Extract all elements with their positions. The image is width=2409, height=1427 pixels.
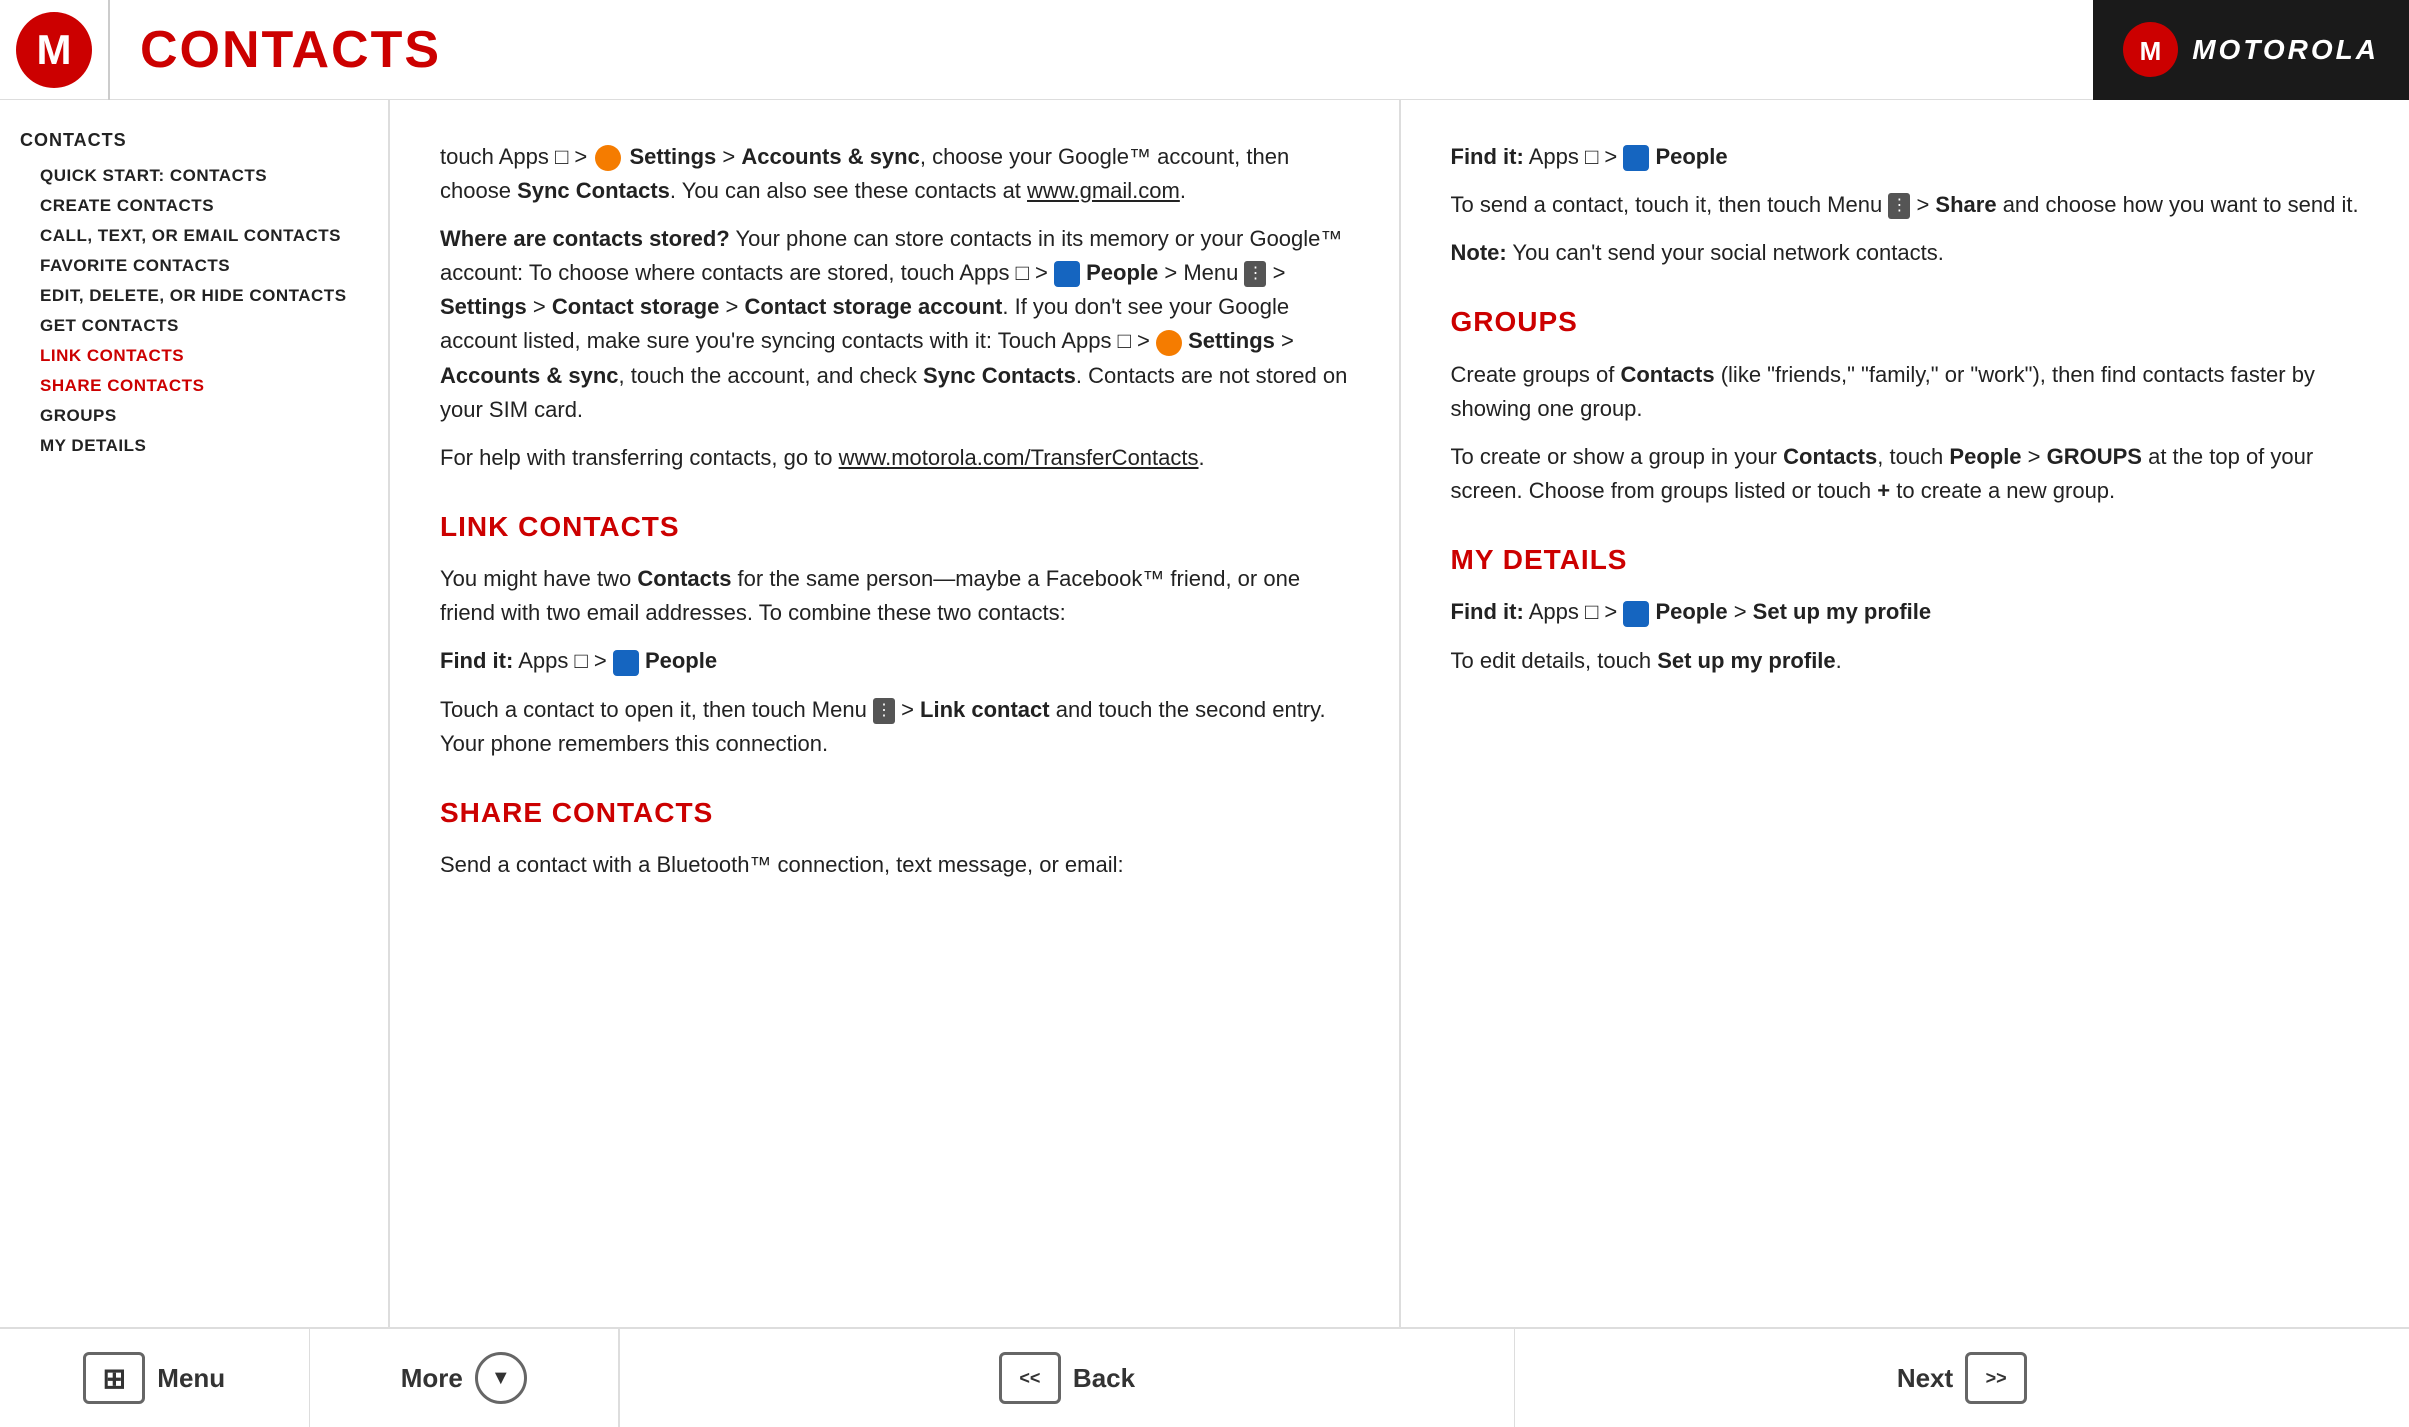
where-stored-paragraph: Where are contacts stored? Your phone ca… <box>440 222 1349 427</box>
menu-label: Menu <box>157 1363 225 1394</box>
share-find-it: Find it: Apps □ > People <box>1451 140 2360 174</box>
sidebar-item-share[interactable]: SHARE CONTACTS <box>20 371 368 401</box>
link-instruction-paragraph: Touch a contact to open it, then touch M… <box>440 693 1349 761</box>
transfer-link[interactable]: www.motorola.com/TransferContacts <box>839 445 1199 470</box>
sidebar-item-my-details[interactable]: MY DETAILS <box>20 431 368 461</box>
next-button[interactable]: Next <box>1515 1329 2409 1427</box>
transfer-paragraph: For help with transferring contacts, go … <box>440 441 1349 475</box>
next-arrow-icon <box>1965 1352 2027 1404</box>
where-stored-heading: Where are contacts stored? <box>440 226 730 251</box>
svg-text:M: M <box>37 26 72 73</box>
sidebar-section-title: CONTACTS <box>20 130 368 151</box>
people-icon-1 <box>1054 261 1080 287</box>
more-button[interactable]: More <box>310 1329 619 1427</box>
bottom-navigation: Menu More Back Next <box>0 1327 2409 1427</box>
share-contacts-heading: SHARE CONTACTS <box>440 791 1349 834</box>
more-icon <box>475 1352 527 1404</box>
menu-icon <box>83 1352 145 1404</box>
nav-right-section: Back Next <box>620 1329 2409 1427</box>
people-icon-4 <box>1623 601 1649 627</box>
sidebar-item-edit-delete[interactable]: EDIT, DELETE, OR HIDE CONTACTS <box>20 281 368 311</box>
intro-paragraph: touch Apps □ > Settings > Accounts & syn… <box>440 140 1349 208</box>
moto-badge-icon: M <box>2123 22 2178 77</box>
next-label: Next <box>1897 1363 1953 1394</box>
page-header: M CONTACTS M MOTOROLA <box>0 0 2409 100</box>
more-label: More <box>401 1363 463 1394</box>
sidebar-item-get[interactable]: GET CONTACTS <box>20 311 368 341</box>
people-icon-3 <box>1623 145 1649 171</box>
content-area: touch Apps □ > Settings > Accounts & syn… <box>390 100 2409 1327</box>
sidebar: CONTACTS QUICK START: CONTACTS CREATE CO… <box>0 100 390 1327</box>
sidebar-item-favorite[interactable]: FAVORITE CONTACTS <box>20 251 368 281</box>
menu-icon-2: ⋮ <box>873 698 895 724</box>
back-arrow-icon <box>999 1352 1061 1404</box>
share-note-paragraph: Note: You can't send your social network… <box>1451 236 2360 270</box>
settings-icon <box>595 145 621 171</box>
link-find-it: Find it: Apps □ > People <box>440 644 1349 678</box>
sidebar-item-create[interactable]: CREATE CONTACTS <box>20 191 368 221</box>
my-details-find-it: Find it: Apps □ > People > Set up my pro… <box>1451 595 2360 629</box>
menu-icon-3: ⋮ <box>1888 193 1910 219</box>
menu-icon-1: ⋮ <box>1244 261 1266 287</box>
brand-name: MOTOROLA <box>2192 34 2379 66</box>
sidebar-item-link[interactable]: LINK CONTACTS <box>20 341 368 371</box>
my-details-heading: MY DETAILS <box>1451 538 2360 581</box>
share-intro-paragraph: Send a contact with a Bluetooth™ connect… <box>440 848 1349 882</box>
sidebar-item-call-text[interactable]: CALL, TEXT, OR EMAIL CONTACTS <box>20 221 368 251</box>
gmail-link[interactable]: www.gmail.com <box>1027 178 1180 203</box>
settings-icon-2 <box>1156 330 1182 356</box>
menu-button[interactable]: Menu <box>0 1329 310 1427</box>
motorola-brand: M MOTOROLA <box>2123 22 2379 77</box>
groups-heading: GROUPS <box>1451 300 2360 343</box>
people-icon-2 <box>613 650 639 676</box>
svg-text:M: M <box>2140 36 2162 66</box>
my-details-instruction-paragraph: To edit details, touch Set up my profile… <box>1451 644 2360 678</box>
nav-left-section: Menu More <box>0 1329 620 1427</box>
sidebar-item-groups[interactable]: GROUPS <box>20 401 368 431</box>
sidebar-item-quick-start[interactable]: QUICK START: CONTACTS <box>20 161 368 191</box>
brand-header: M MOTOROLA <box>2093 0 2409 100</box>
content-right: Find it: Apps □ > People To send a conta… <box>1401 100 2409 1327</box>
link-contacts-heading: LINK CONTACTS <box>440 505 1349 548</box>
back-label: Back <box>1073 1363 1135 1394</box>
motorola-logo: M <box>0 0 110 100</box>
content-left: touch Apps □ > Settings > Accounts & syn… <box>390 100 1401 1327</box>
page-title: CONTACTS <box>140 20 441 80</box>
link-intro-paragraph: You might have two Contacts for the same… <box>440 562 1349 630</box>
main-layout: CONTACTS QUICK START: CONTACTS CREATE CO… <box>0 100 2409 1327</box>
groups-intro-paragraph: Create groups of Contacts (like "friends… <box>1451 358 2360 426</box>
groups-instruction-paragraph: To create or show a group in your Contac… <box>1451 440 2360 508</box>
back-button[interactable]: Back <box>620 1329 1515 1427</box>
share-instruction-paragraph: To send a contact, touch it, then touch … <box>1451 188 2360 222</box>
